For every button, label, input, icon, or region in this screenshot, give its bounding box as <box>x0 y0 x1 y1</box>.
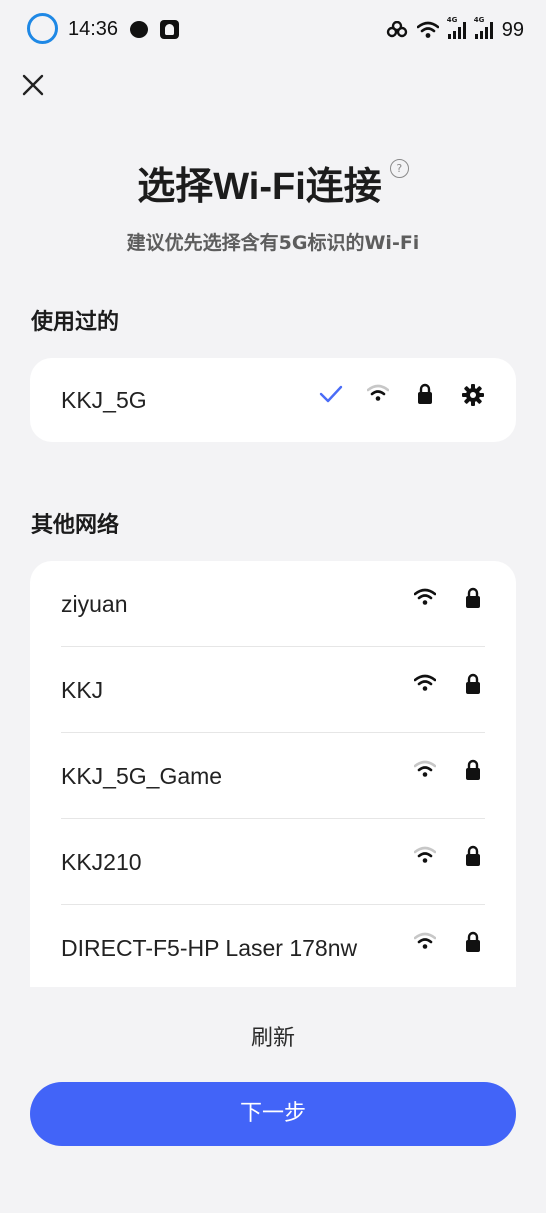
network-name: DIRECT-F5-HP Laser 178nw <box>61 935 358 961</box>
wifi-signal-strong-icon <box>414 674 436 691</box>
used-network-card: KKJ_5G <box>30 358 516 442</box>
check-icon <box>319 385 343 403</box>
lock-icon <box>466 587 480 608</box>
close-icon[interactable] <box>20 72 46 98</box>
section-label-other: 其他网络 <box>31 513 120 538</box>
lock-icon <box>466 845 480 866</box>
network-row[interactable]: KKJ210 <box>30 819 516 905</box>
network-name: KKJ_5G <box>61 387 147 413</box>
message-bubble-icon <box>130 21 148 38</box>
network-name: KKJ <box>61 677 104 703</box>
hotspot-link-icon <box>386 21 407 38</box>
page-header: 选择Wi-Fi连接? <box>0 155 546 210</box>
wifi-signal-strong-icon <box>414 588 436 605</box>
network-row-used[interactable]: KKJ_5G <box>30 358 516 442</box>
qq-notification-icon <box>160 20 179 39</box>
network-row[interactable]: ziyuan <box>30 561 516 647</box>
wifi-signal-weak-icon <box>414 760 436 777</box>
wifi-signal-weak-icon <box>414 846 436 863</box>
page-title: 选择Wi-Fi连接 <box>137 166 382 208</box>
status-bar: 14:36 4G 4G 99 <box>0 0 546 62</box>
network-name: KKJ_5G_Game <box>61 763 223 789</box>
lock-icon <box>466 759 480 780</box>
next-button[interactable]: 下一步 <box>30 1082 516 1146</box>
status-time: 14:36 <box>68 18 119 40</box>
loading-ring-icon <box>27 13 58 44</box>
network-name: KKJ210 <box>61 849 142 875</box>
help-icon[interactable]: ? <box>389 159 409 178</box>
network-row[interactable]: DIRECT-F5-HP Laser 178nw <box>30 905 516 987</box>
battery-level: 99 <box>501 18 524 41</box>
wifi-status-icon <box>416 21 439 38</box>
signal-2-icon: 4G <box>474 16 493 39</box>
refresh-button[interactable]: 刷新 <box>0 1020 546 1052</box>
status-right-icons: 4G 4G 99 <box>386 16 524 44</box>
signal-1-icon: 4G <box>447 16 466 39</box>
other-networks-list: ziyuan KKJ KKJ_5G_Game KKJ210 DIRECT-F5-… <box>30 561 516 987</box>
lock-icon <box>418 383 432 404</box>
section-label-used: 使用过的 <box>31 310 120 335</box>
network-row[interactable]: KKJ_5G_Game <box>30 733 516 819</box>
wifi-signal-weak-icon <box>367 384 389 401</box>
lock-icon <box>466 931 480 952</box>
page-subtitle: 建议优先选择含有5G标识的Wi-Fi <box>126 232 420 254</box>
wifi-signal-weak-icon <box>414 932 436 949</box>
network-name: ziyuan <box>61 591 128 617</box>
lock-icon <box>466 673 480 694</box>
gear-icon[interactable] <box>462 384 484 406</box>
network-row[interactable]: KKJ <box>30 647 516 733</box>
